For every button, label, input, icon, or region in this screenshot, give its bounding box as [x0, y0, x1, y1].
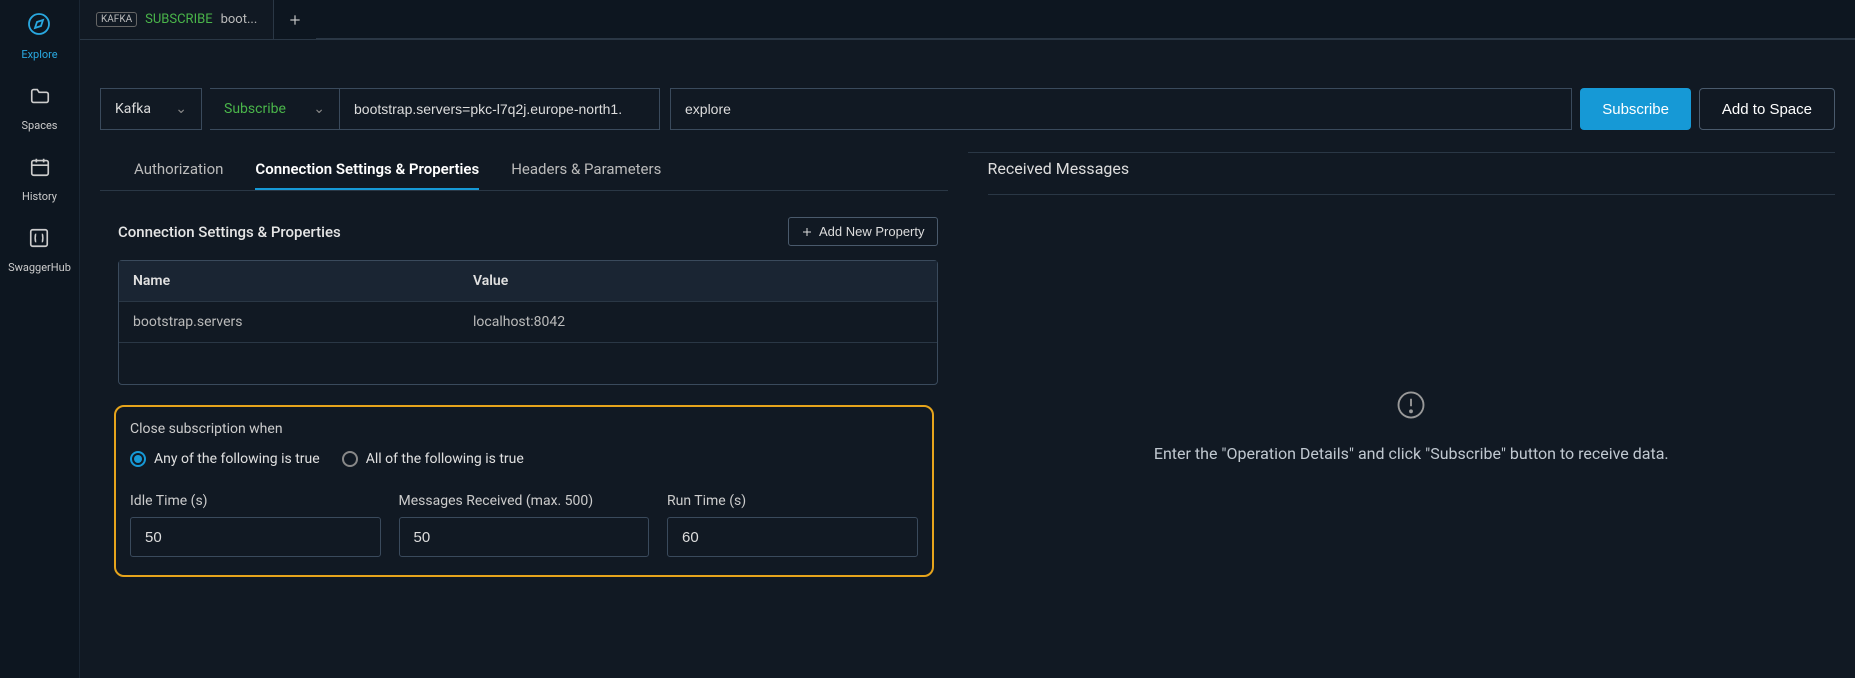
subtabs: Authorization Connection Settings & Prop… [100, 152, 948, 191]
sidebar: Explore Spaces History SwaggerHub [0, 0, 80, 678]
subscribe-button[interactable]: Subscribe [1580, 88, 1691, 130]
braces-icon [28, 227, 50, 255]
sidebar-item-swaggerhub[interactable]: SwaggerHub [8, 227, 71, 274]
messages-received-label: Messages Received (max. 500) [399, 493, 650, 509]
calendar-icon [29, 156, 51, 184]
run-time-input[interactable] [667, 517, 918, 557]
topic-input[interactable] [670, 88, 1572, 130]
col-name-header: Name [133, 273, 473, 289]
add-property-button[interactable]: Add New Property [788, 217, 938, 246]
close-title: Close subscription when [130, 421, 918, 437]
right-pane: Received Messages Enter the "Operation D… [968, 152, 1836, 658]
sidebar-item-label: Spaces [22, 119, 58, 132]
folder-icon [29, 85, 51, 113]
radio-icon [130, 451, 146, 467]
add-to-space-button[interactable]: Add to Space [1699, 88, 1835, 130]
idle-time-input[interactable] [130, 517, 381, 557]
sidebar-item-label: Explore [21, 48, 57, 61]
protocol-badge: KAFKA [96, 12, 137, 27]
tab-authorization[interactable]: Authorization [134, 152, 223, 190]
protocol-select[interactable]: Kafka [100, 88, 202, 130]
run-time-label: Run Time (s) [667, 493, 918, 509]
radio-icon [342, 451, 358, 467]
sidebar-item-history[interactable]: History [22, 156, 57, 203]
server-input[interactable] [340, 88, 660, 130]
col-value-header: Value [473, 273, 923, 289]
compass-icon [27, 12, 51, 42]
prop-value: localhost:8042 [473, 314, 923, 330]
radio-any[interactable]: Any of the following is true [130, 451, 320, 467]
request-bar: Kafka Subscribe Subscribe Add to Space [100, 88, 1835, 130]
left-pane: Authorization Connection Settings & Prop… [100, 152, 968, 658]
received-messages-title: Received Messages [988, 153, 1836, 195]
main-area: KAFKA SUBSCRIBE boot... Kafka Subscribe … [80, 0, 1855, 678]
section-title: Connection Settings & Properties [118, 223, 341, 241]
empty-message: Enter the "Operation Details" and click … [1154, 444, 1669, 463]
idle-time-label: Idle Time (s) [130, 493, 381, 509]
sidebar-item-label: History [22, 190, 57, 203]
tab-name: boot... [221, 12, 258, 27]
prop-name: bootstrap.servers [133, 314, 473, 330]
close-subscription-box: Close subscription when Any of the follo… [114, 405, 934, 577]
plus-icon [801, 226, 813, 238]
properties-table: Name Value bootstrap.servers localhost:8… [118, 260, 938, 385]
operation-select[interactable]: Subscribe [210, 88, 340, 130]
messages-received-input[interactable] [399, 517, 650, 557]
table-row-empty [119, 342, 937, 384]
tabbar: KAFKA SUBSCRIBE boot... [80, 0, 1855, 40]
tab-connection-settings[interactable]: Connection Settings & Properties [255, 152, 479, 190]
table-row[interactable]: bootstrap.servers localhost:8042 [119, 301, 937, 342]
plus-icon [288, 13, 302, 27]
sidebar-item-label: SwaggerHub [8, 261, 71, 274]
sidebar-item-explore[interactable]: Explore [21, 12, 57, 61]
tab-operation: SUBSCRIBE [145, 12, 212, 27]
empty-state: Enter the "Operation Details" and click … [988, 195, 1836, 658]
alert-circle-icon [1396, 390, 1426, 424]
content-area: Kafka Subscribe Subscribe Add to Space A… [80, 40, 1855, 678]
add-tab-button[interactable] [274, 0, 316, 39]
radio-group: Any of the following is true All of the … [130, 451, 918, 467]
tab-headers-parameters[interactable]: Headers & Parameters [511, 152, 661, 190]
table-header: Name Value [119, 261, 937, 301]
radio-all[interactable]: All of the following is true [342, 451, 524, 467]
sidebar-item-spaces[interactable]: Spaces [22, 85, 58, 132]
tab-request[interactable]: KAFKA SUBSCRIBE boot... [80, 0, 274, 39]
